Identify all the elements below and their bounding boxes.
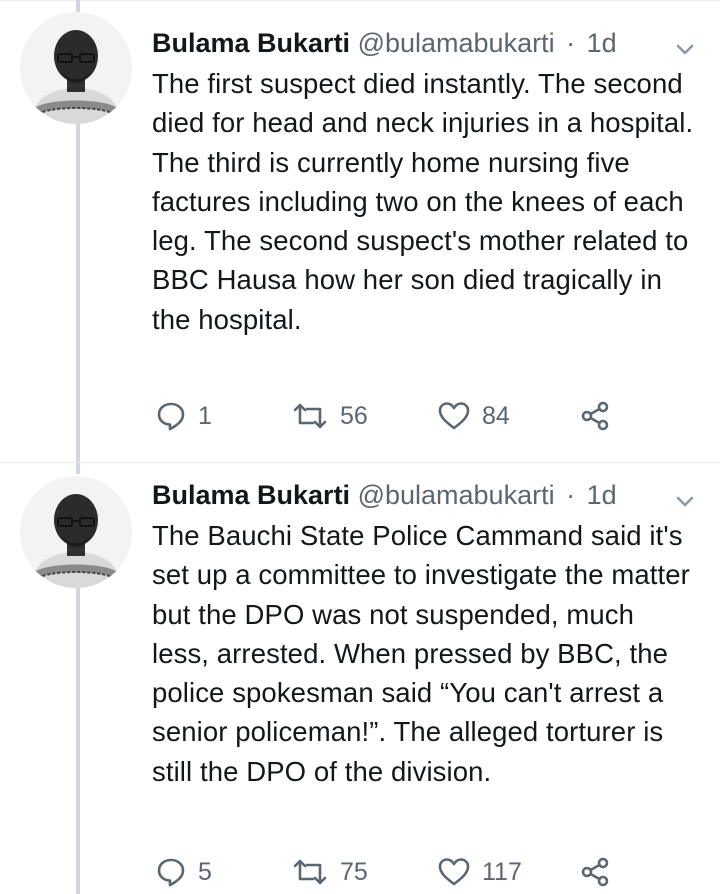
retweet-icon <box>292 857 328 887</box>
reply-button[interactable]: 1 <box>156 396 212 436</box>
tweet-divider <box>0 462 720 463</box>
retweet-button[interactable]: 75 <box>292 852 368 892</box>
thread-line <box>76 0 80 12</box>
avatar[interactable] <box>20 12 132 124</box>
tweet-content: Bulama Bukarti @bulamabukarti · 1d The f… <box>152 22 697 339</box>
retweet-icon <box>292 401 328 431</box>
like-count: 117 <box>482 857 522 886</box>
retweet-count: 56 <box>340 401 368 430</box>
author-handle[interactable]: @bulamabukarti <box>358 480 555 510</box>
retweet-count: 75 <box>340 857 368 886</box>
tweet-header: Bulama Bukarti @bulamabukarti · 1d <box>152 22 697 64</box>
share-icon <box>580 857 610 887</box>
reply-count: 1 <box>198 401 212 430</box>
avatar[interactable] <box>20 476 132 588</box>
like-button[interactable]: 117 <box>438 852 522 892</box>
reply-count: 5 <box>198 857 212 886</box>
tweet-text: The Bauchi State Police Cammand said it'… <box>152 520 690 787</box>
reply-button[interactable]: 5 <box>156 852 212 892</box>
separator: · <box>566 480 576 510</box>
author-name[interactable]: Bulama Bukarti <box>152 480 350 510</box>
tweet-actions: 5 75 117 <box>152 852 672 892</box>
separator: · <box>566 28 576 58</box>
timestamp[interactable]: 1d <box>587 28 617 58</box>
reply-icon <box>156 401 186 431</box>
tweet-text: The first suspect died instantly. The se… <box>152 68 694 335</box>
share-button[interactable] <box>580 396 610 436</box>
thread-line <box>76 588 80 894</box>
reply-icon <box>156 857 186 887</box>
tweet-actions: 1 56 84 <box>152 396 672 436</box>
author-handle[interactable]: @bulamabukarti <box>358 28 555 58</box>
timestamp[interactable]: 1d <box>587 480 617 510</box>
chevron-down-icon[interactable] <box>673 484 697 508</box>
share-button[interactable] <box>580 852 610 892</box>
heart-icon <box>438 401 470 431</box>
heart-icon <box>438 857 470 887</box>
tweet-content: Bulama Bukarti @bulamabukarti · 1d The B… <box>152 474 697 791</box>
like-count: 84 <box>482 401 510 430</box>
author-name[interactable]: Bulama Bukarti <box>152 28 350 58</box>
tweet-header: Bulama Bukarti @bulamabukarti · 1d <box>152 474 697 516</box>
retweet-button[interactable]: 56 <box>292 396 368 436</box>
share-icon <box>580 401 610 431</box>
chevron-down-icon[interactable] <box>673 32 697 56</box>
top-divider <box>0 0 720 1</box>
thread-line <box>76 118 80 474</box>
like-button[interactable]: 84 <box>438 396 510 436</box>
